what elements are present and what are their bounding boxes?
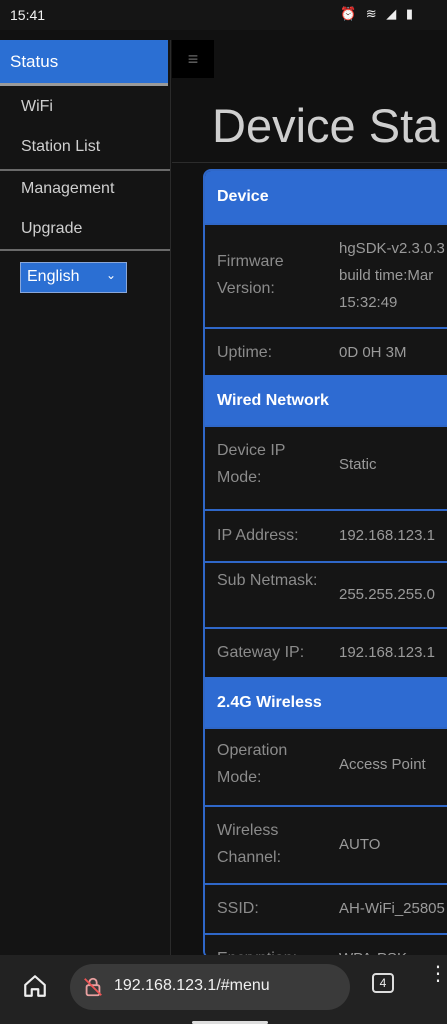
- table-row: Gateway IP: 192.168.123.1: [205, 627, 447, 677]
- status-icons: ⏰ ≋ ◢ ▮: [340, 6, 417, 21]
- ssid-value: AH-WiFi_25805: [339, 900, 445, 917]
- system-status-bar: 15:41 ⏰ ≋ ◢ ▮: [0, 0, 447, 30]
- table-row: Device IP Mode: Static: [205, 425, 447, 509]
- sidebar-item-upgrade[interactable]: Upgrade: [0, 212, 170, 248]
- tab-switcher-button[interactable]: 4: [372, 973, 394, 993]
- sidebar-item-station-list[interactable]: Station List: [0, 130, 170, 166]
- section-header-wired: Wired Network: [205, 375, 447, 427]
- browser-toolbar: 192.168.123.1/#menu 4 ⋮: [0, 955, 447, 1024]
- menu-toggle-button[interactable]: ≡: [172, 40, 214, 78]
- ssid-label: SSID:: [217, 900, 259, 917]
- uptime-value: 0D 0H 3M: [339, 344, 407, 361]
- operation-mode-value: Access Point: [339, 756, 426, 773]
- netmask-value: 255.255.255.0: [339, 586, 435, 603]
- gateway-label: Gateway IP:: [217, 644, 305, 661]
- table-row: Wireless Channel: AUTO: [205, 805, 447, 883]
- url-text: 192.168.123.1/#menu: [114, 977, 270, 994]
- firmware-value: hgSDK-v2.3.0.3 build time:Mar 15:32:49: [339, 240, 445, 311]
- table-row: IP Address: 192.168.123.1: [205, 509, 447, 561]
- language-value: English: [27, 268, 80, 285]
- ip-mode-value: Static: [339, 456, 377, 473]
- sidebar-item-status[interactable]: Status: [0, 40, 168, 86]
- section-header-device: Device: [205, 171, 447, 223]
- chevron-down-icon: ⌄: [105, 268, 116, 282]
- page-title: Device Sta: [212, 99, 440, 152]
- sidebar-item-wifi[interactable]: WiFi: [0, 90, 170, 126]
- language-select[interactable]: English ⌄: [20, 262, 127, 293]
- ip-address-label: IP Address:: [217, 527, 299, 544]
- table-row: Firmware Version: hgSDK-v2.3.0.3 build t…: [205, 223, 447, 327]
- gateway-value: 192.168.123.1: [339, 644, 435, 661]
- address-bar[interactable]: 192.168.123.1/#menu: [70, 964, 350, 1010]
- ip-address-value: 192.168.123.1: [339, 527, 435, 544]
- firmware-label: Firmware Version:: [217, 253, 284, 297]
- ip-mode-label: Device IP Mode:: [217, 442, 286, 486]
- table-row: SSID: AH-WiFi_25805: [205, 883, 447, 933]
- netmask-label: Sub Netmask:: [217, 572, 318, 589]
- sidebar-item-management[interactable]: Management: [0, 172, 170, 208]
- uptime-label: Uptime:: [217, 344, 273, 361]
- table-row: Sub Netmask: 255.255.255.0: [205, 561, 447, 627]
- title-divider: [172, 162, 447, 163]
- hamburger-icon: ≡: [187, 49, 199, 69]
- insecure-lock-icon[interactable]: [82, 976, 104, 998]
- section-header-wireless: 2.4G Wireless: [205, 677, 447, 729]
- operation-mode-label: Operation Mode:: [217, 742, 288, 786]
- wireless-channel-label: Wireless Channel:: [217, 822, 282, 866]
- table-row: Operation Mode: Access Point: [205, 727, 447, 805]
- wireless-channel-value: AUTO: [339, 836, 381, 853]
- table-row: Uptime: 0D 0H 3M: [205, 327, 447, 375]
- more-options-icon[interactable]: ⋮: [428, 964, 447, 984]
- sidebar-divider: [0, 169, 170, 171]
- device-status-table: Device Firmware Version: hgSDK-v2.3.0.3 …: [203, 169, 447, 959]
- sidebar-menu: Status WiFi Station List Management Upgr…: [0, 40, 171, 955]
- home-icon[interactable]: [22, 973, 48, 999]
- sidebar-divider: [0, 249, 170, 251]
- clock: 15:41: [10, 7, 46, 23]
